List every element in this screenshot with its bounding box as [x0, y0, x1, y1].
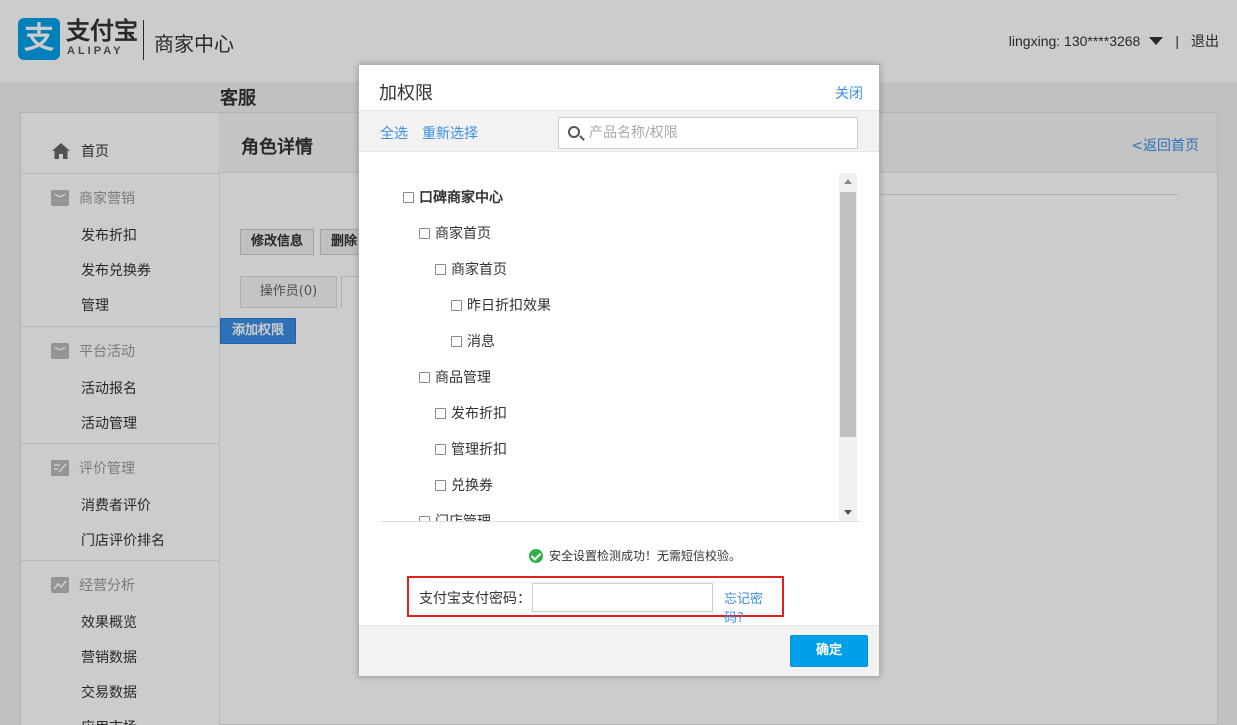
- tree-item-label: 兑换券: [451, 478, 493, 494]
- scroll-thumb[interactable]: [840, 192, 856, 437]
- tree-item[interactable]: 商家首页: [419, 223, 491, 243]
- permission-tree: 口碑商家中心 商家首页 商家首页 昨日折扣效果 消息 商品管理 发布折扣 管理折…: [381, 173, 837, 521]
- checkbox[interactable]: [435, 443, 446, 455]
- tree-item-label: 商家首页: [451, 262, 507, 278]
- dialog-footer: 确定: [359, 625, 879, 676]
- tree-item-label: 管理折扣: [451, 442, 507, 458]
- checkbox[interactable]: [451, 335, 462, 347]
- checkbox[interactable]: [419, 227, 430, 239]
- checkbox[interactable]: [419, 371, 430, 383]
- add-permission-dialog: 加权限 关闭 全选 重新选择 口碑商家中心 商家首页 商家首页 昨日折扣效果 消…: [358, 64, 880, 677]
- tree-item[interactable]: 商家首页: [435, 259, 507, 279]
- search-icon: [568, 126, 580, 138]
- dialog-toolbar: 全选 重新选择: [359, 110, 879, 152]
- tree-item-label: 门店管理: [435, 511, 491, 521]
- tree-item-label: 商家首页: [435, 226, 491, 242]
- forgot-password-link[interactable]: 忘记密码?: [724, 588, 782, 626]
- checkbox[interactable]: [451, 299, 462, 311]
- scroll-up-icon[interactable]: [844, 179, 852, 184]
- checkbox[interactable]: [435, 479, 446, 491]
- tree-item-label: 口碑商家中心: [419, 190, 503, 206]
- tree-item[interactable]: 门店管理: [419, 511, 491, 521]
- security-status: 安全设置检测成功！无需短信校验。: [529, 547, 741, 564]
- checkbox[interactable]: [435, 263, 446, 275]
- tree-item[interactable]: 兑换券: [435, 475, 493, 495]
- password-label: 支付宝支付密码：: [419, 591, 531, 607]
- dialog-title: 加权限: [379, 83, 433, 104]
- tree-item[interactable]: 口碑商家中心: [403, 187, 503, 207]
- scroll-down-icon[interactable]: [844, 510, 852, 515]
- checkbox[interactable]: [403, 191, 414, 203]
- tree-item[interactable]: 发布折扣: [435, 403, 507, 423]
- tree-item[interactable]: 昨日折扣效果: [451, 295, 551, 315]
- security-message: 安全设置检测成功！无需短信校验。: [549, 549, 742, 563]
- tree-item[interactable]: 商品管理: [419, 367, 491, 387]
- checkbox[interactable]: [435, 407, 446, 419]
- select-all-link[interactable]: 全选: [380, 123, 408, 143]
- confirm-button[interactable]: 确定: [790, 635, 868, 667]
- tree-item-label: 商品管理: [435, 370, 491, 386]
- reselect-link[interactable]: 重新选择: [422, 123, 478, 143]
- tree-item[interactable]: 消息: [451, 331, 495, 351]
- password-field[interactable]: [532, 583, 713, 612]
- tree-item-label: 发布折扣: [451, 406, 507, 422]
- tree-item-label: 昨日折扣效果: [467, 298, 551, 314]
- close-link[interactable]: 关闭: [835, 83, 863, 103]
- tree-item[interactable]: 管理折扣: [435, 439, 507, 459]
- tree-item-label: 消息: [467, 334, 495, 350]
- password-row: 支付宝支付密码： 忘记密码?: [407, 576, 784, 626]
- search-input[interactable]: [589, 118, 855, 148]
- check-circle-icon: [529, 548, 543, 563]
- search-box: [558, 117, 858, 149]
- tree-scrollbar[interactable]: [839, 173, 857, 521]
- divider: [381, 521, 859, 522]
